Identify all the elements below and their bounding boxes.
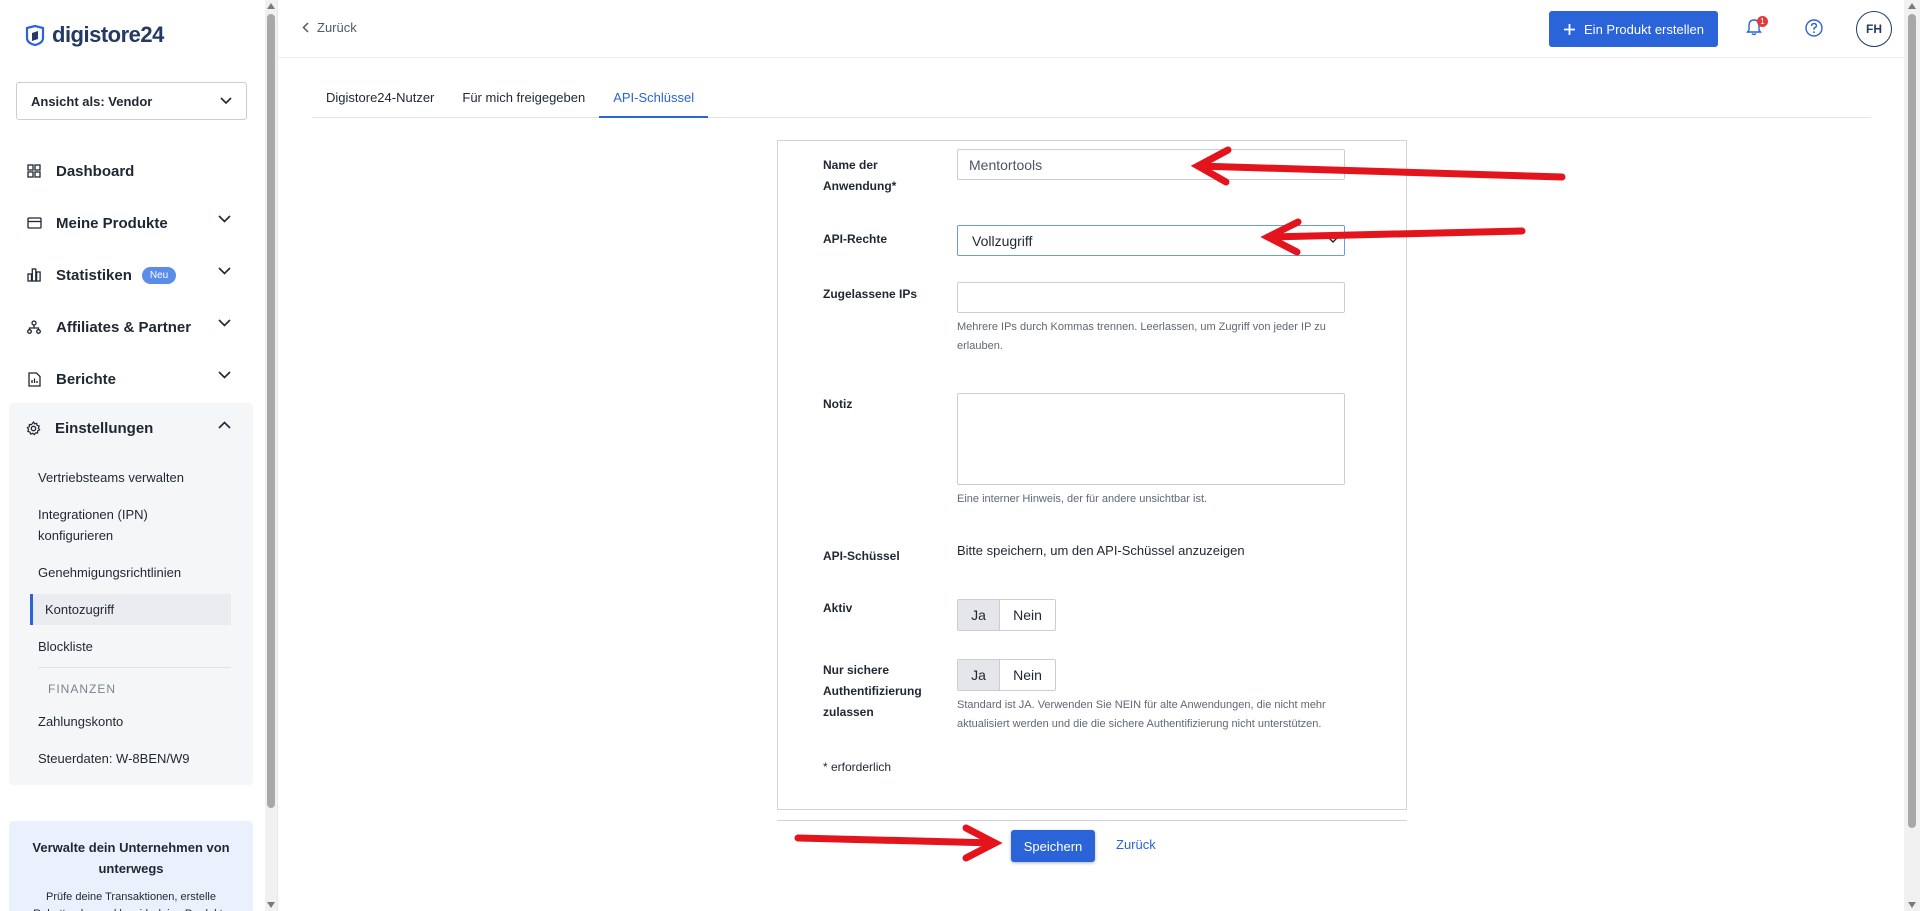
promo-text: Prüfe deine Transaktionen, erstelle Raba…: [33, 891, 229, 911]
chevron-left-icon: [302, 22, 309, 33]
api-rights-value: Vollzugriff: [972, 232, 1033, 249]
sidebar-item-dashboard[interactable]: Dashboard: [0, 145, 253, 197]
secure-auth-no-option[interactable]: Nein: [1000, 660, 1055, 690]
scroll-down-arrow-icon[interactable]: [1908, 902, 1916, 908]
divider: [277, 0, 278, 911]
secure-auth-toggle: Ja Nein: [957, 659, 1056, 691]
secure-auth-yes-option[interactable]: Ja: [958, 660, 1000, 690]
active-yes-option[interactable]: Ja: [958, 600, 1000, 630]
chevron-down-icon: [218, 319, 231, 327]
view-as-label: Ansicht als: Vendor: [31, 93, 153, 109]
chart-icon: [26, 267, 42, 283]
name-label: Name der Anwendung*: [823, 158, 897, 193]
api-key-value: Bitte speichern, um den API-Schüssel anz…: [957, 543, 1245, 558]
secure-auth-help: Standard ist JA. Verwenden Sie NEIN für …: [957, 699, 1326, 730]
notification-count-badge: 1: [1757, 16, 1768, 27]
api-rights-select[interactable]: Vollzugriff: [957, 225, 1345, 256]
allowed-ips-input[interactable]: [957, 282, 1345, 313]
required-note: * erforderlich: [823, 760, 892, 774]
tab-bar: Digistore24-Nutzer Für mich freigegeben …: [312, 84, 1871, 118]
sidebar-item-settings[interactable]: Einstellungen: [9, 403, 253, 453]
back-label: Zurück: [317, 20, 357, 35]
sidebar-item-reports[interactable]: Berichte: [0, 353, 253, 405]
sidebar-scrollbar[interactable]: [265, 0, 277, 911]
sidebar-subitem-account-access[interactable]: Kontozugriff: [30, 594, 231, 625]
annotation-arrow-save-icon: [794, 824, 1003, 862]
sidebar: digistore24 Ansicht als: Vendor Dashboar…: [0, 0, 265, 911]
create-product-button[interactable]: Ein Produkt erstellen: [1549, 11, 1718, 47]
sidebar-item-label: Meine Produkte: [56, 214, 168, 232]
plus-icon: [1564, 23, 1576, 35]
active-label: Aktiv: [823, 601, 853, 615]
tab-shared-with-me[interactable]: Für mich freigegeben: [448, 84, 599, 118]
page-scrollbar[interactable]: [1904, 0, 1920, 911]
sidebar-subitem-blocklist[interactable]: Blockliste: [23, 636, 223, 657]
chevron-up-icon: [218, 421, 231, 429]
note-label: Notiz: [823, 397, 853, 411]
chevron-down-icon: [1328, 237, 1338, 243]
back-link[interactable]: Zurück: [1116, 837, 1156, 852]
digistore-logo-icon: [25, 24, 45, 46]
sidebar-item-label: Berichte: [56, 370, 117, 388]
tab-api-keys[interactable]: API-Schlüssel: [599, 84, 709, 118]
brand-name: digistore24: [52, 22, 164, 47]
sidebar-subitem-approval-policies[interactable]: Genehmigungsrichtlinien: [23, 562, 223, 583]
divider: [38, 667, 231, 668]
chevron-down-icon: [218, 371, 231, 379]
scroll-down-arrow-icon[interactable]: [267, 902, 275, 908]
main-nav: Dashboard Meine Produkte Statistiken Neu…: [0, 145, 253, 405]
sidebar-subitem-integrations[interactable]: Integrationen (IPN) konfigurieren: [23, 504, 223, 546]
sidebar-item-label: Statistiken: [56, 266, 132, 284]
allowed-ips-help: Mehrere IPs durch Kommas trennen. Leerla…: [957, 321, 1326, 352]
sidebar-item-statistics[interactable]: Statistiken Neu: [0, 249, 253, 301]
gear-icon: [26, 420, 41, 436]
view-as-select[interactable]: Ansicht als: Vendor: [16, 82, 247, 120]
active-toggle: Ja Nein: [957, 599, 1056, 631]
card-icon: [26, 215, 42, 231]
tab-digistore-users[interactable]: Digistore24-Nutzer: [312, 84, 448, 118]
api-key-label: API-Schüssel: [823, 549, 900, 563]
api-rights-label: API-Rechte: [823, 232, 888, 246]
note-textarea[interactable]: [957, 393, 1345, 485]
chevron-down-icon: [218, 215, 231, 223]
chevron-down-icon: [220, 97, 232, 105]
scroll-up-arrow-icon[interactable]: [1908, 3, 1916, 9]
active-no-option[interactable]: Nein: [1000, 600, 1055, 630]
scrollbar-thumb[interactable]: [1908, 14, 1916, 828]
mobile-app-promo: Verwalte dein Unternehmen von unterwegs …: [9, 821, 253, 911]
help-icon[interactable]: [1805, 19, 1823, 37]
divider: [777, 820, 1407, 821]
back-link-top[interactable]: Zurück: [302, 20, 357, 35]
new-badge: Neu: [141, 266, 177, 284]
sidebar-item-label: Dashboard: [56, 162, 135, 180]
sidebar-item-affiliates[interactable]: Affiliates & Partner: [0, 301, 253, 353]
promo-title: Verwalte dein Unternehmen von unterwegs: [32, 840, 230, 876]
note-help: Eine interner Hinweis, der für andere un…: [957, 493, 1208, 505]
avatar[interactable]: FH: [1856, 11, 1892, 47]
save-button[interactable]: Speichern: [1011, 830, 1095, 862]
settings-label: Einstellungen: [55, 419, 154, 437]
sidebar-subitem-sales-teams[interactable]: Vertriebsteams verwalten: [23, 467, 223, 488]
sidebar-subitem-payment-account[interactable]: Zahlungskonto: [23, 711, 223, 732]
divider: [278, 57, 1904, 58]
sidebar-subitem-tax-data[interactable]: Steuerdaten: W-8BEN/W9: [23, 748, 223, 769]
finance-section-label: FINANZEN: [48, 682, 116, 696]
sidebar-item-label: Affiliates & Partner: [56, 318, 192, 336]
allowed-ips-label: Zugelassene IPs: [823, 287, 918, 301]
sidebar-item-products[interactable]: Meine Produkte: [0, 197, 253, 249]
chevron-down-icon: [218, 267, 231, 275]
grid-icon: [26, 163, 42, 179]
scrollbar-thumb[interactable]: [267, 14, 275, 808]
logo[interactable]: digistore24: [24, 22, 164, 48]
secure-auth-label: Nur sichere Authentifizierung zulassen: [823, 663, 922, 719]
scroll-up-arrow-icon[interactable]: [267, 3, 275, 9]
create-product-label: Ein Produkt erstellen: [1584, 21, 1704, 37]
network-icon: [26, 319, 42, 335]
report-icon: [26, 371, 42, 387]
application-name-input[interactable]: Mentortools: [957, 149, 1345, 180]
